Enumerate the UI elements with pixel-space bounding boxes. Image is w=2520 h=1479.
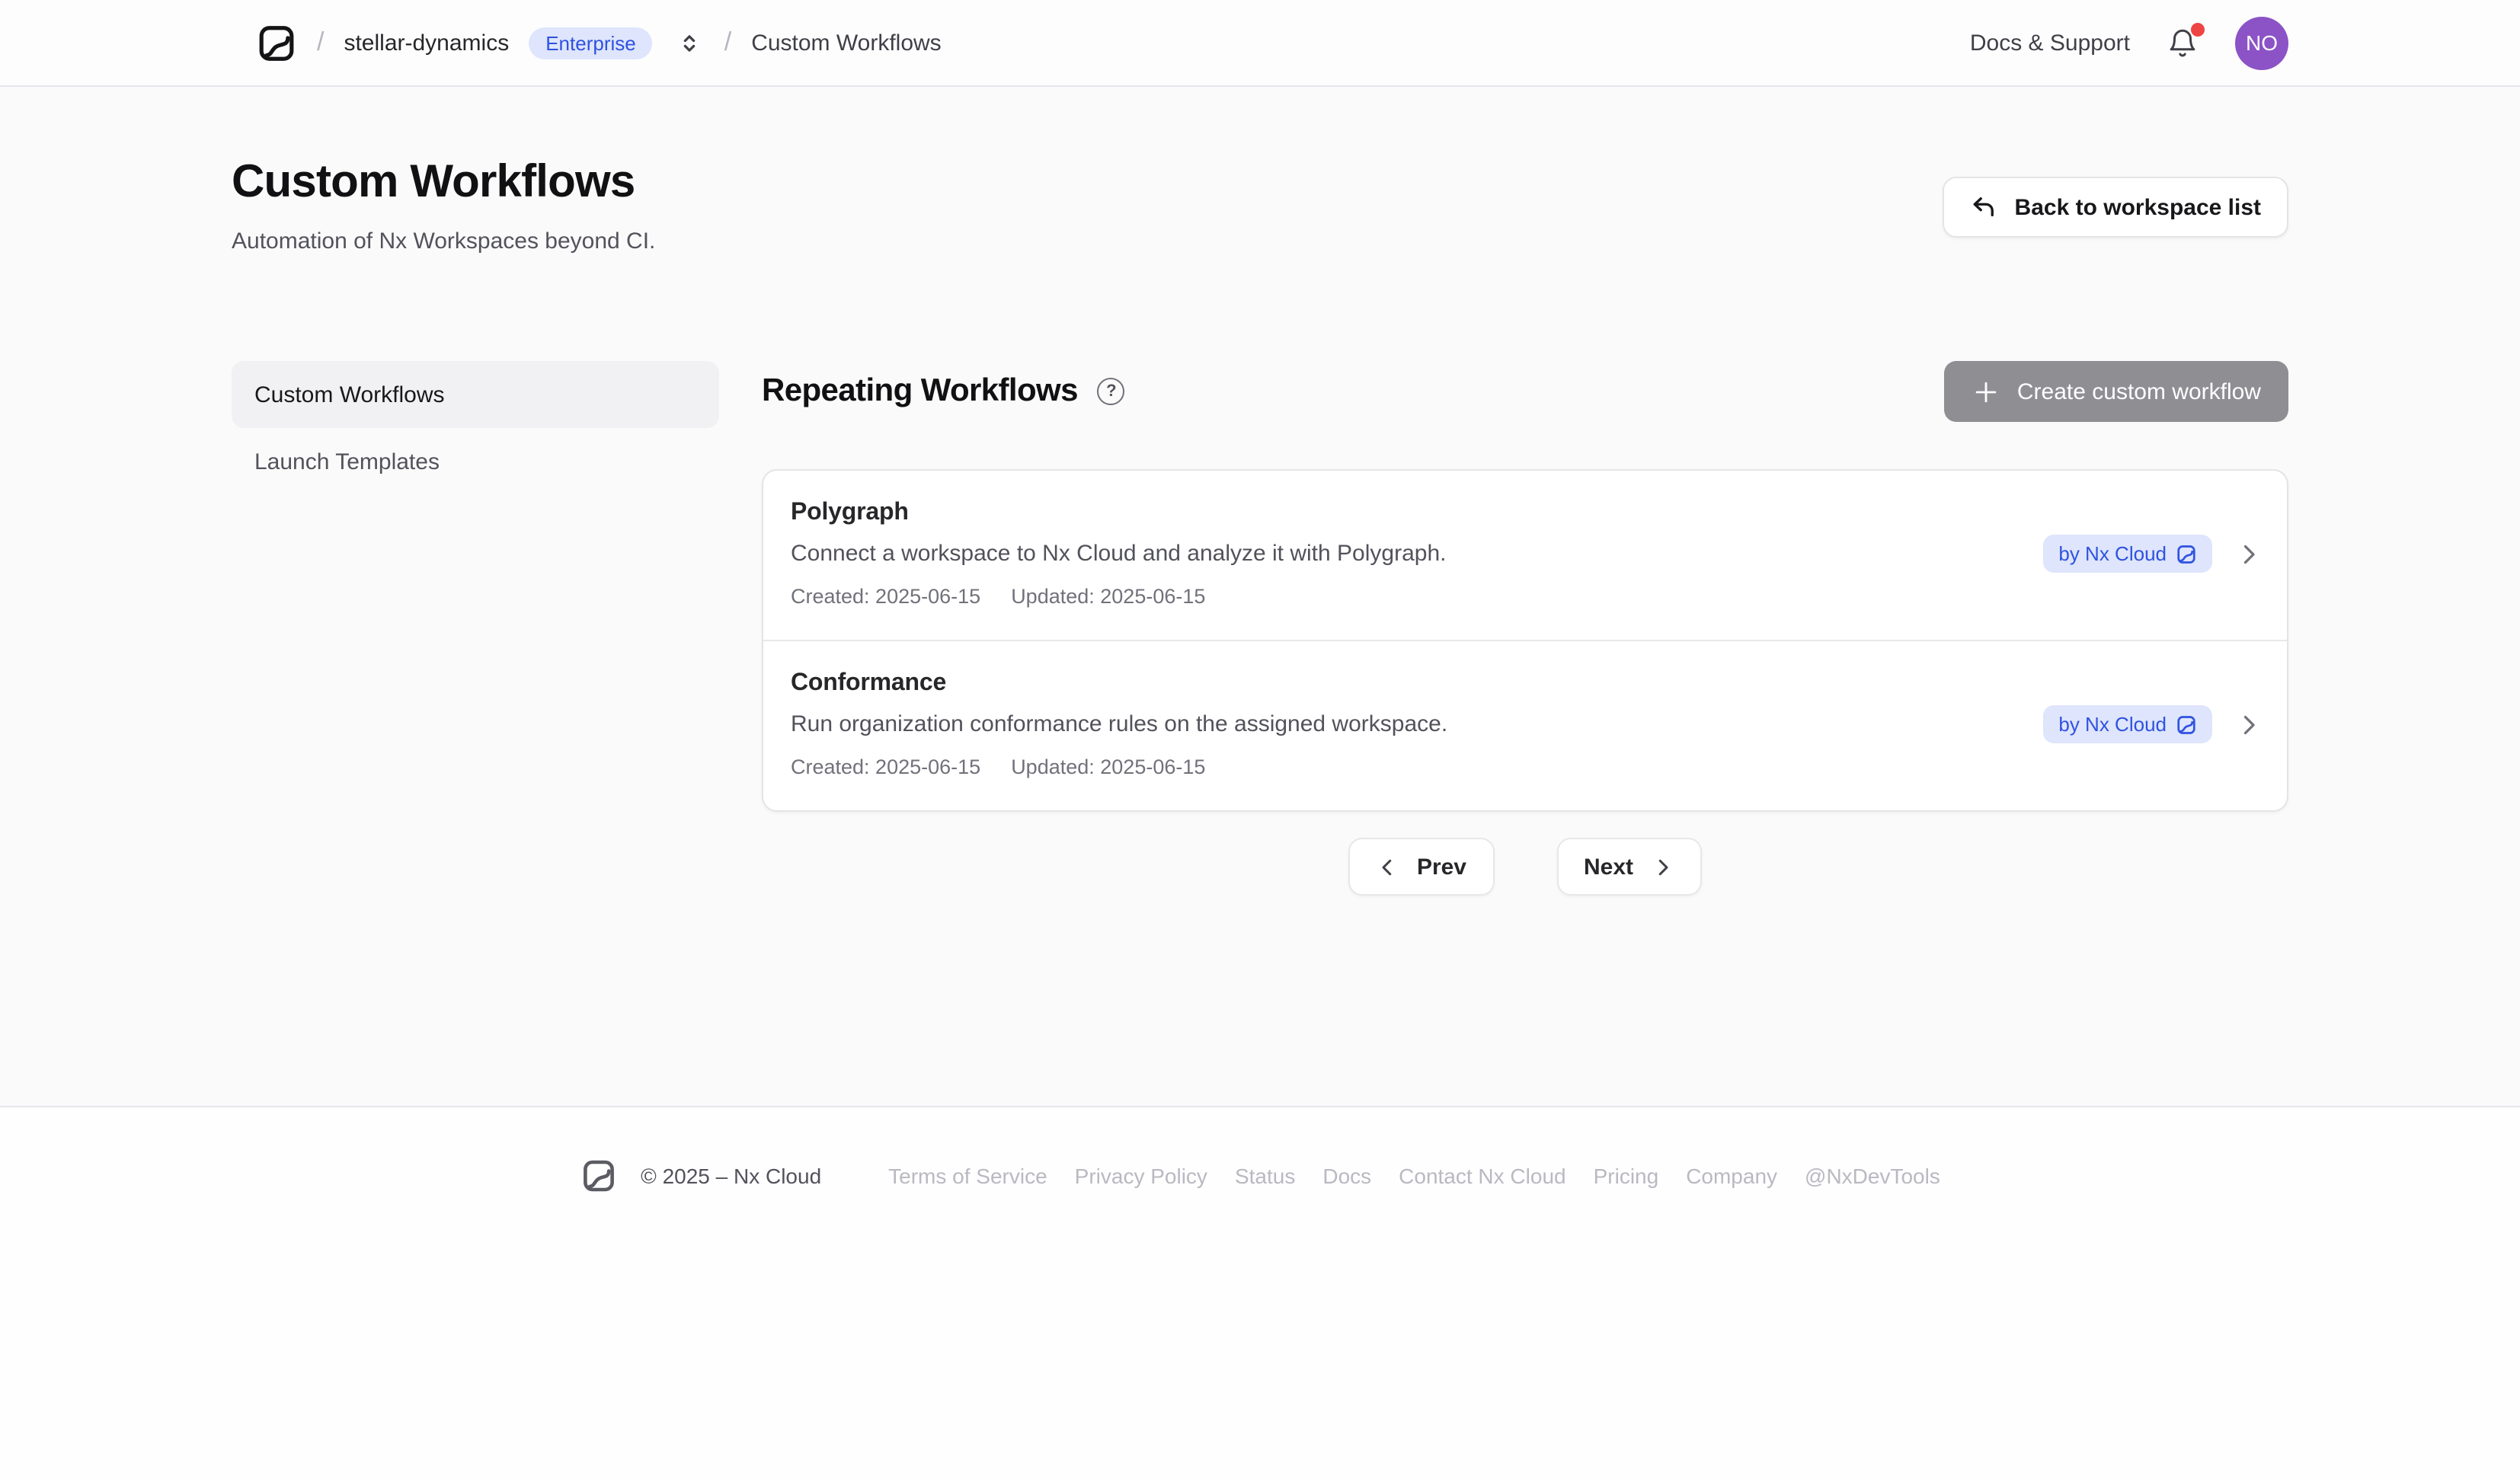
breadcrumb-separator: / xyxy=(724,27,731,58)
page-subtitle: Automation of Nx Workspaces beyond CI. xyxy=(232,228,655,254)
nx-cloud-logo-icon[interactable] xyxy=(256,22,297,63)
page-title: Custom Workflows xyxy=(232,157,655,209)
workflows-list: Polygraph Connect a workspace to Nx Clou… xyxy=(762,469,2288,812)
breadcrumb: / stellar-dynamics Enterprise / Custom W… xyxy=(256,22,942,63)
workflow-description: Connect a workspace to Nx Cloud and anal… xyxy=(791,541,1446,567)
prev-label: Prev xyxy=(1417,854,1466,880)
sidebar-item-launch-templates[interactable]: Launch Templates xyxy=(232,428,719,495)
workspace-switcher-button[interactable] xyxy=(676,28,705,57)
breadcrumb-workspace-name[interactable]: stellar-dynamics xyxy=(344,30,509,56)
by-nx-cloud-badge[interactable]: by Nx Cloud xyxy=(2043,705,2212,743)
main-content: Custom Workflows Automation of Nx Worksp… xyxy=(0,87,2520,1106)
chevron-up-down-icon xyxy=(679,31,702,54)
create-button-label: Create custom workflow xyxy=(2017,379,2261,404)
workflow-updated-date: Updated: 2025-06-15 xyxy=(1011,585,1205,608)
footer-link-pricing[interactable]: Pricing xyxy=(1594,1164,1659,1188)
workflow-row-polygraph[interactable]: Polygraph Connect a workspace to Nx Clou… xyxy=(763,471,2287,640)
back-button-label: Back to workspace list xyxy=(2015,194,2261,220)
chevron-right-icon xyxy=(2235,540,2263,567)
footer-link-docs[interactable]: Docs xyxy=(1322,1164,1371,1188)
chevron-right-icon xyxy=(2235,711,2263,738)
next-page-button[interactable]: Next xyxy=(1556,838,1702,896)
badge-label: by Nx Cloud xyxy=(2058,713,2167,736)
by-nx-cloud-badge[interactable]: by Nx Cloud xyxy=(2043,535,2212,573)
breadcrumb-separator: / xyxy=(317,27,324,58)
workflow-row-conformance[interactable]: Conformance Run organization conformance… xyxy=(763,640,2287,810)
return-arrow-icon xyxy=(1971,193,1998,221)
workflow-updated-date: Updated: 2025-06-15 xyxy=(1011,755,1205,778)
nx-logo-icon xyxy=(2176,714,2197,735)
prev-page-button[interactable]: Prev xyxy=(1348,838,1494,896)
create-custom-workflow-button[interactable]: Create custom workflow xyxy=(1944,361,2288,422)
next-label: Next xyxy=(1584,854,1633,880)
notification-dot xyxy=(2191,22,2205,36)
workflow-name: Conformance xyxy=(791,670,1447,698)
footer-copyright: © 2025 – Nx Cloud xyxy=(641,1164,821,1188)
section-heading: Repeating Workflows xyxy=(762,373,1078,410)
repeating-workflows-section: Repeating Workflows ? Create custom work… xyxy=(762,361,2288,896)
back-to-workspace-list-button[interactable]: Back to workspace list xyxy=(1943,177,2288,238)
workflow-created-date: Created: 2025-06-15 xyxy=(791,585,980,608)
breadcrumb-section: Custom Workflows xyxy=(751,30,942,56)
workflows-sidebar: Custom Workflows Launch Templates xyxy=(232,361,719,896)
badge-label: by Nx Cloud xyxy=(2058,542,2167,565)
notifications-button[interactable] xyxy=(2167,27,2199,59)
app-root: / stellar-dynamics Enterprise / Custom W… xyxy=(0,0,2520,1479)
docs-support-link[interactable]: Docs & Support xyxy=(1970,30,2130,56)
workflow-name: Polygraph xyxy=(791,500,1446,527)
nx-logo-icon xyxy=(2176,543,2197,564)
user-avatar[interactable]: NO xyxy=(2235,16,2288,69)
avatar-initials: NO xyxy=(2246,30,2278,55)
footer-link-nxdevtools[interactable]: @NxDevTools xyxy=(1805,1164,1940,1188)
footer-link-terms[interactable]: Terms of Service xyxy=(888,1164,1047,1188)
footer-links: Terms of Service Privacy Policy Status D… xyxy=(888,1164,1940,1188)
top-navbar: / stellar-dynamics Enterprise / Custom W… xyxy=(0,0,2520,87)
footer-link-status[interactable]: Status xyxy=(1235,1164,1295,1188)
plus-icon xyxy=(1972,377,2000,406)
pagination: Prev Next xyxy=(762,838,2288,896)
footer-link-company[interactable]: Company xyxy=(1686,1164,1777,1188)
enterprise-plan-badge: Enterprise xyxy=(529,27,653,59)
footer-link-privacy[interactable]: Privacy Policy xyxy=(1075,1164,1207,1188)
sidebar-item-custom-workflows[interactable]: Custom Workflows xyxy=(232,361,719,428)
footer-nx-logo-icon xyxy=(580,1158,616,1194)
workflow-description: Run organization conformance rules on th… xyxy=(791,711,1447,737)
chevron-left-icon xyxy=(1376,855,1399,878)
footer-link-contact[interactable]: Contact Nx Cloud xyxy=(1399,1164,1565,1188)
help-icon[interactable]: ? xyxy=(1098,378,1125,405)
workflow-created-date: Created: 2025-06-15 xyxy=(791,755,980,778)
footer: © 2025 – Nx Cloud Terms of Service Priva… xyxy=(0,1106,2520,1479)
chevron-right-icon xyxy=(1652,855,1674,878)
